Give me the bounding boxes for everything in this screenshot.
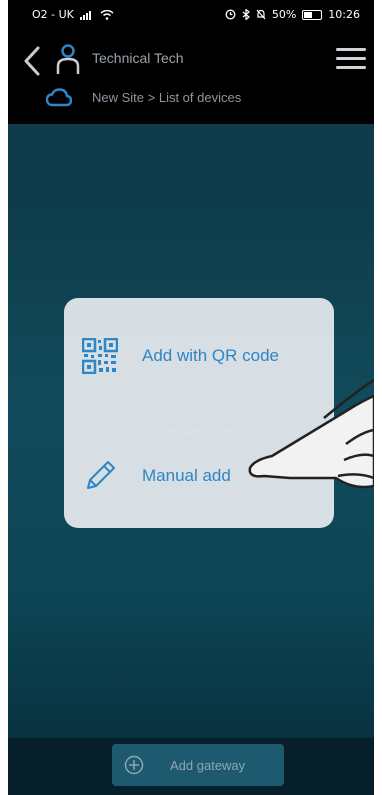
battery-percent: 50% xyxy=(271,8,297,21)
app-screen: O2 - UK 50% 10:26 Technical Tech New Sit… xyxy=(8,0,374,795)
clock: 10:26 xyxy=(328,8,360,21)
qr-code-icon xyxy=(82,338,118,374)
status-bar: O2 - UK 50% 10:26 xyxy=(8,0,374,28)
battery-icon xyxy=(302,9,323,20)
add-gateway-label: Add gateway xyxy=(170,758,246,773)
mute-icon xyxy=(256,9,266,20)
user-name: Technical Tech xyxy=(92,50,184,66)
breadcrumb: New Site > List of devices xyxy=(92,90,242,105)
signal-icon xyxy=(79,10,91,20)
app-header: Technical Tech New Site > List of device… xyxy=(8,28,374,124)
alarm-icon xyxy=(225,9,236,20)
cloud-icon xyxy=(46,88,72,107)
pencil-icon xyxy=(87,461,115,489)
status-left: O2 - UK xyxy=(32,8,114,21)
status-right: 50% 10:26 xyxy=(225,8,360,21)
manual-add-label: Manual add xyxy=(142,466,231,485)
carrier-label: O2 - UK xyxy=(32,8,74,21)
user-icon[interactable] xyxy=(54,42,82,76)
bottom-bar: Add gateway xyxy=(8,738,374,795)
wifi-icon xyxy=(100,9,114,20)
pointing-hand-illustration xyxy=(248,378,374,489)
add-gateway-button[interactable]: Add gateway xyxy=(112,744,284,786)
menu-icon[interactable] xyxy=(336,48,366,72)
back-arrow-icon[interactable] xyxy=(18,44,48,78)
plus-circle-icon xyxy=(124,755,144,775)
bluetooth-icon xyxy=(242,9,250,20)
